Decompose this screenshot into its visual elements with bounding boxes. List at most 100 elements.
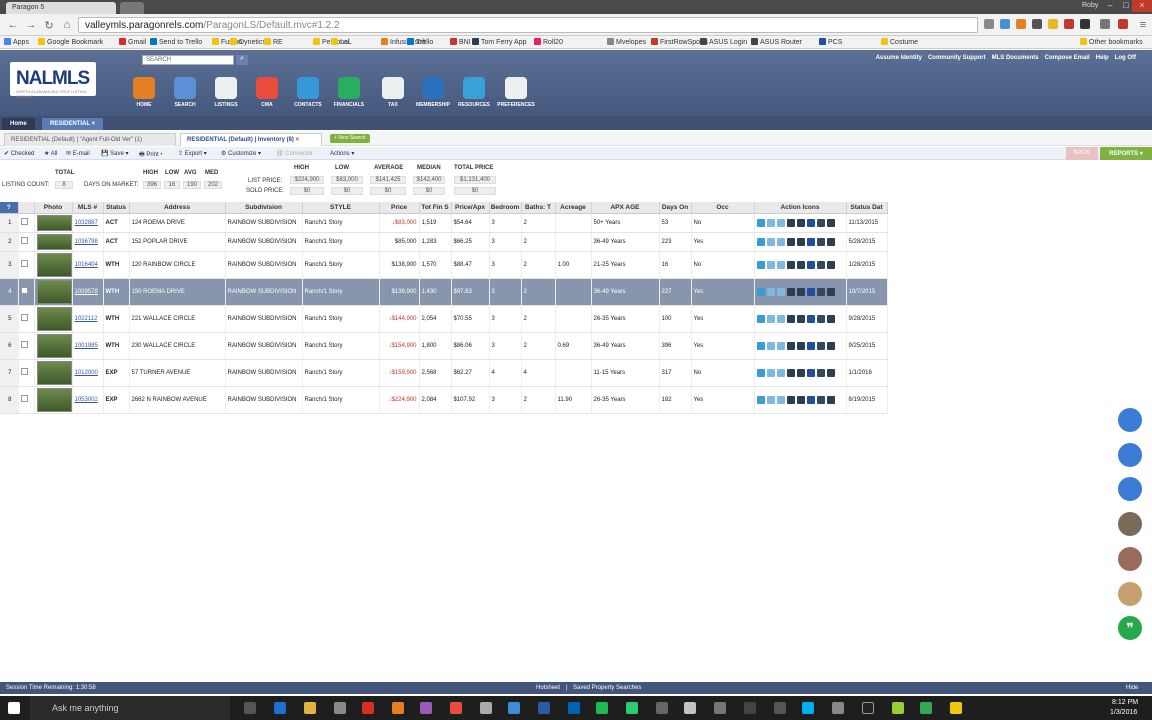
top-link[interactable]: Community Support: [928, 55, 986, 61]
listing-photo[interactable]: [36, 233, 71, 250]
nav-contacts[interactable]: CONTACTS: [288, 77, 328, 108]
virtual-tour-icon[interactable]: [776, 314, 785, 323]
nav-membership[interactable]: MEMBERSHIP: [413, 77, 453, 108]
listing-photo[interactable]: [36, 252, 71, 277]
dollar-icon[interactable]: [786, 237, 795, 246]
bookmark-item[interactable]: Costume: [881, 38, 918, 46]
map-icon[interactable]: [756, 287, 765, 296]
nav-home[interactable]: HOME: [124, 77, 164, 108]
result-tab-inventory[interactable]: RESIDENTIAL (Default) | Inventory (8) ×: [180, 133, 322, 146]
photos-icon[interactable]: [766, 368, 775, 377]
photos-icon[interactable]: [766, 237, 775, 246]
forward-arrow-icon[interactable]: →: [24, 19, 38, 31]
listing-photo[interactable]: [36, 306, 71, 331]
listing-photo[interactable]: [36, 360, 71, 385]
history-icon[interactable]: [796, 341, 805, 350]
app-icon[interactable]: [862, 702, 874, 714]
column-header[interactable]: APX AGE: [591, 202, 660, 214]
row-checkbox[interactable]: [20, 395, 28, 402]
app-icon[interactable]: [832, 702, 844, 714]
column-header[interactable]: Baths: T: [521, 202, 556, 214]
nav-cma[interactable]: CMA: [247, 77, 287, 108]
contact-avatar[interactable]: [1116, 441, 1144, 469]
back-arrow-icon[interactable]: ←: [6, 19, 20, 31]
photos-icon[interactable]: [766, 287, 775, 296]
table-row[interactable]: 7 1012000 EXP 57 TURNER AVENUE RAINBOW SUBDI…: [0, 359, 888, 387]
map-icon[interactable]: [756, 314, 765, 323]
dollar-icon[interactable]: [786, 341, 795, 350]
column-header[interactable]: Status Dat: [846, 202, 888, 214]
mls-icon[interactable]: [806, 395, 815, 404]
extension-icon[interactable]: [1000, 19, 1010, 29]
hotsheet-link[interactable]: Hotsheet: [536, 685, 560, 691]
action-checked[interactable]: ✔ Checked: [4, 150, 34, 157]
virtual-tour-icon[interactable]: [776, 341, 785, 350]
app-icon[interactable]: [480, 702, 492, 714]
browser-tab[interactable]: Paragon 5: [6, 2, 116, 14]
extension-icon[interactable]: [984, 19, 994, 29]
history-icon[interactable]: [796, 218, 805, 227]
info-icon[interactable]: [816, 260, 825, 269]
info-icon[interactable]: [816, 237, 825, 246]
nav-financials[interactable]: FINANCIALS: [329, 77, 369, 108]
column-header[interactable]: Bedroom: [489, 202, 522, 214]
table-row[interactable]: 8 1053002 EXP 2662 N RAINBOW AVENUE RAINBOW …: [0, 386, 888, 414]
contact-avatar[interactable]: [1116, 510, 1144, 538]
top-link[interactable]: Compose Email: [1045, 55, 1090, 61]
map-icon[interactable]: [756, 395, 765, 404]
listing-photo[interactable]: [36, 214, 71, 231]
history-icon[interactable]: [796, 237, 805, 246]
reports-button[interactable]: REPORTS ▾: [1100, 147, 1152, 160]
cortana-search-box[interactable]: Ask me anything: [30, 696, 230, 720]
chat-icon[interactable]: ❞: [1116, 614, 1144, 642]
app-icon[interactable]: [656, 702, 668, 714]
extension-icon[interactable]: [1048, 19, 1058, 29]
column-header[interactable]: Action Icons: [754, 202, 847, 214]
column-header[interactable]: Status: [103, 202, 130, 214]
app-icon[interactable]: [892, 702, 904, 714]
column-header[interactable]: Address: [129, 202, 226, 214]
mls-number-link[interactable]: 1032887: [75, 220, 98, 226]
mls-icon[interactable]: [806, 218, 815, 227]
info-icon[interactable]: [816, 341, 825, 350]
search-icon[interactable]: ⌕: [236, 55, 248, 65]
virtual-tour-icon[interactable]: [776, 237, 785, 246]
map-icon[interactable]: [756, 368, 765, 377]
close-icon[interactable]: ×: [92, 121, 96, 127]
contact-avatar[interactable]: [1116, 580, 1144, 608]
bookmark-item[interactable]: Apps: [4, 38, 29, 46]
mls-number-link[interactable]: 1012000: [75, 370, 98, 376]
mls-number-link[interactable]: 1022112: [75, 316, 98, 322]
row-checkbox[interactable]: [20, 287, 28, 294]
history-icon[interactable]: [796, 287, 805, 296]
dollar-icon[interactable]: [786, 368, 795, 377]
nav-search[interactable]: SEARCH: [165, 77, 205, 108]
hangouts-icon[interactable]: [920, 702, 932, 714]
info-icon[interactable]: [816, 314, 825, 323]
table-row[interactable]: 2 1036798 ACT 152 POPLAR DRIVE RAINBOW SUBDI…: [0, 232, 888, 252]
row-checkbox[interactable]: [20, 368, 28, 375]
history-icon[interactable]: [796, 368, 805, 377]
top-link[interactable]: Log Off: [1115, 55, 1136, 61]
column-header[interactable]: Acreage: [555, 202, 592, 214]
nav-resources[interactable]: RESOURCES: [454, 77, 494, 108]
store-icon[interactable]: [334, 702, 346, 714]
bookmark-item[interactable]: Gmail: [119, 38, 146, 46]
column-header[interactable]: Tot Fin S: [419, 202, 452, 214]
listing-photo[interactable]: [36, 333, 71, 358]
column-header[interactable]: Price/Apx: [451, 202, 490, 214]
table-row[interactable]: 4 1009578 WTH 150 ROEMA DRIVE RAINBOW SUBDIV…: [0, 278, 888, 306]
bookmark-item[interactable]: Trello: [407, 38, 433, 46]
extension-icon[interactable]: [1118, 19, 1128, 29]
column-header[interactable]: ?: [0, 202, 19, 214]
bookmark-item[interactable]: BNI: [450, 38, 471, 46]
dollar-icon[interactable]: [786, 395, 795, 404]
windows-start-icon[interactable]: [8, 702, 20, 714]
extension-icon[interactable]: [1100, 19, 1110, 29]
check-icon[interactable]: [826, 237, 835, 246]
action-customize[interactable]: ⚙ Customize ▾: [221, 150, 261, 157]
mls-icon[interactable]: [806, 237, 815, 246]
home-icon[interactable]: ⌂: [60, 19, 74, 31]
virtual-tour-icon[interactable]: [776, 395, 785, 404]
mls-number-link[interactable]: 1036798: [75, 239, 98, 245]
